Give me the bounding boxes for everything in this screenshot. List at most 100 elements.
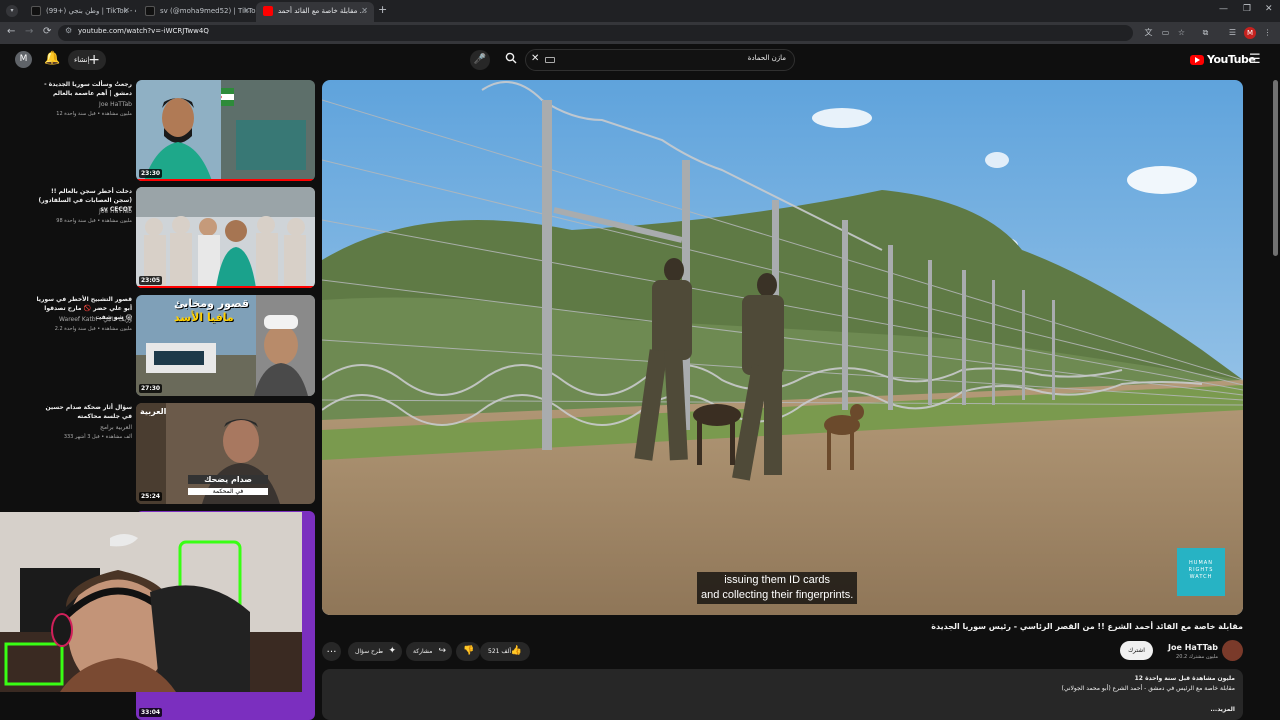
keyboard-icon[interactable]: [545, 57, 555, 63]
description-text: مقابلة خاصة مع الرئيس في دمشق - أحمد الش…: [1061, 685, 1235, 692]
close-icon[interactable]: ✕: [361, 2, 368, 20]
video-title: مقابلة خاصة مع القائد أحمد الشرع !! من ا…: [931, 622, 1243, 631]
tiktok-icon: [31, 6, 41, 16]
tab-label: sv (@moha9med52) | TikTok: [160, 7, 256, 15]
recommendation-item[interactable]: 23:05 دخلت أخطر سجن بالعالم !! (سجن العص…: [30, 187, 315, 291]
back-icon[interactable]: ←: [7, 26, 15, 37]
close-window-icon[interactable]: ✕: [1265, 4, 1273, 14]
bookmark-star-icon[interactable]: ☆: [1176, 27, 1187, 38]
video-duration: 27:30: [139, 384, 163, 393]
voice-search-mic-icon[interactable]: 🎤: [470, 50, 490, 70]
thumbnail-caption-2: في المحكمة: [188, 488, 268, 495]
sidebar-icon[interactable]: ☰: [1227, 27, 1238, 38]
ask-label: طرح سؤال: [355, 648, 384, 655]
browser-tab-3-active[interactable]: مقابلة خاصة مع القائد أحمد ... ✕: [256, 2, 374, 22]
browser-tab-2[interactable]: sv (@moha9med52) | TikTok ✕: [138, 2, 256, 22]
search-icon[interactable]: [500, 49, 522, 71]
tab-label: مقابلة خاصة مع القائد أحمد ...: [278, 7, 367, 15]
like-count: 521 ألف: [488, 648, 512, 655]
page-scrollbar[interactable]: [1273, 80, 1278, 256]
video-frame: [322, 80, 1243, 615]
video-meta: 12 مليون مشاهدة • قبل سنة واحدة: [56, 111, 132, 117]
url-text: youtube.com/watch?v=-iWCRJTww4Q: [78, 27, 209, 35]
video-thumbnail[interactable]: العربية صدام يضحك في المحكمة 25:24: [136, 403, 315, 504]
share-button[interactable]: مشاركة ↪: [406, 642, 452, 661]
channel-name[interactable]: Wareef Katbi - وريف كاتبي: [59, 316, 132, 323]
extensions-icon[interactable]: ⧉: [1200, 27, 1211, 38]
share-icon: ↪: [438, 646, 446, 656]
show-more-link[interactable]: ...المزيد: [1210, 706, 1235, 713]
more-actions-button[interactable]: …: [322, 642, 341, 661]
like-button[interactable]: 521 ألف 👍: [480, 642, 530, 661]
hrw-watermark-logo: HUMAN RIGHTS WATCH: [1177, 548, 1225, 596]
video-meta: 333 ألف مشاهدة • قبل 3 أشهر: [63, 434, 132, 440]
video-thumbnail[interactable]: 23:30: [136, 80, 315, 181]
tiktok-icon: [145, 6, 155, 16]
video-duration: 25:24: [139, 492, 163, 501]
browser-tab-bar: ▾ (99+) وطن بنجي | TikTok - 476 ✕ sv (@m…: [0, 0, 1280, 22]
notifications-bell-icon[interactable]: 🔔: [44, 51, 60, 66]
share-label: مشاركة: [413, 648, 433, 655]
browser-profile-avatar[interactable]: M: [1244, 27, 1256, 39]
channel-name[interactable]: Joe HaTTab: [99, 101, 132, 108]
recommendation-item[interactable]: العربية صدام يضحك في المحكمة 25:24 سؤال …: [30, 403, 315, 507]
plus-icon: +: [88, 52, 100, 68]
subscribe-button[interactable]: اشترك: [1120, 641, 1153, 660]
reload-icon[interactable]: ⟳: [43, 26, 51, 37]
close-icon[interactable]: ✕: [123, 2, 130, 20]
maximize-icon[interactable]: ❐: [1243, 4, 1251, 14]
recommendation-item[interactable]: قصور ومخابئ مافيا الأسد 27:30 قصور التشب…: [30, 295, 315, 399]
youtube-play-logo-icon: [1190, 55, 1204, 65]
video-duration: 23:30: [139, 169, 163, 178]
browser-tab-1[interactable]: (99+) وطن بنجي | TikTok - 476 ✕: [24, 2, 136, 22]
guide-menu-icon[interactable]: ☰: [1249, 52, 1261, 67]
menu-dots-icon[interactable]: ⋮: [1262, 27, 1273, 38]
translate-icon[interactable]: 文: [1143, 27, 1154, 38]
youtube-header: M 🔔 إنشاء + 🎤 ✕ YouTube ☰: [0, 44, 1280, 78]
video-meta: 98 مليون مشاهدة • قبل سنة واحدة: [56, 218, 132, 224]
webcam-overlay: [0, 512, 302, 692]
close-icon[interactable]: ✕: [243, 2, 250, 20]
tab-search-button[interactable]: ▾: [6, 5, 18, 17]
clear-search-icon[interactable]: ✕: [531, 53, 539, 64]
video-duration: 23:05: [139, 276, 163, 285]
recommendation-item[interactable]: 23:30 رجعتُ وسألت سوريا الجديدة - دمشق |…: [30, 80, 315, 184]
site-info-icon[interactable]: ⚙: [65, 26, 72, 35]
channel-name[interactable]: Joe HaTTab: [99, 208, 132, 215]
channel-name[interactable]: العربية برامج: [100, 424, 132, 431]
thumbs-down-icon: 👎: [463, 646, 475, 656]
thumbnail-headline: قصور ومخابئ: [174, 297, 250, 310]
video-duration: 33:04: [139, 708, 163, 717]
recommendation-title[interactable]: سؤال أثار ضحكة صدام حسين في جلسة محاكمته: [36, 403, 132, 421]
video-subtitles: issuing them ID cards and collecting the…: [697, 572, 858, 604]
dislike-button[interactable]: 👎: [456, 642, 480, 661]
forward-icon[interactable]: →: [25, 26, 33, 37]
cast-icon[interactable]: ▭: [1160, 27, 1171, 38]
watch-progress-bar: [136, 286, 315, 288]
account-avatar[interactable]: M: [15, 51, 32, 68]
ask-button[interactable]: طرح سؤال ✦: [348, 642, 402, 661]
thumbs-up-icon: 👍: [510, 646, 522, 656]
video-meta: 2.2 مليون مشاهدة • قبل سنة واحدة: [54, 326, 132, 332]
new-tab-button[interactable]: +: [378, 3, 387, 16]
sparkle-icon: ✦: [388, 646, 396, 656]
description-box[interactable]: 12 مليون مشاهدة قبل سنة واحدة مقابلة خاص…: [322, 669, 1243, 720]
search-input[interactable]: [586, 54, 786, 62]
minimize-icon[interactable]: —: [1219, 4, 1228, 14]
channel-avatar[interactable]: [1222, 640, 1243, 661]
create-label: إنشاء: [74, 56, 90, 64]
video-player[interactable]: issuing them ID cards and collecting the…: [322, 80, 1243, 615]
subtitle-line-1: issuing them ID cards: [724, 574, 830, 586]
browser-toolbar: ← → ⟳ ⚙ youtube.com/watch?v=-iWCRJTww4Q …: [0, 22, 1280, 44]
description-stats: 12 مليون مشاهدة قبل سنة واحدة: [1134, 675, 1235, 682]
create-button[interactable]: إنشاء +: [68, 50, 106, 70]
youtube-icon: [263, 6, 273, 16]
video-thumbnail[interactable]: 23:05: [136, 187, 315, 288]
subtitle-line-2: and collecting their fingerprints.: [701, 589, 854, 601]
thumbnail-subheadline: مافيا الأسد: [174, 311, 234, 324]
search-box: ✕: [525, 49, 795, 71]
channel-watermark: العربية: [140, 407, 167, 416]
address-bar[interactable]: ⚙ youtube.com/watch?v=-iWCRJTww4Q: [58, 25, 1133, 41]
video-thumbnail[interactable]: قصور ومخابئ مافيا الأسد 27:30: [136, 295, 315, 396]
recommendation-title[interactable]: رجعتُ وسألت سوريا الجديدة - دمشق | أهم ع…: [36, 80, 132, 98]
